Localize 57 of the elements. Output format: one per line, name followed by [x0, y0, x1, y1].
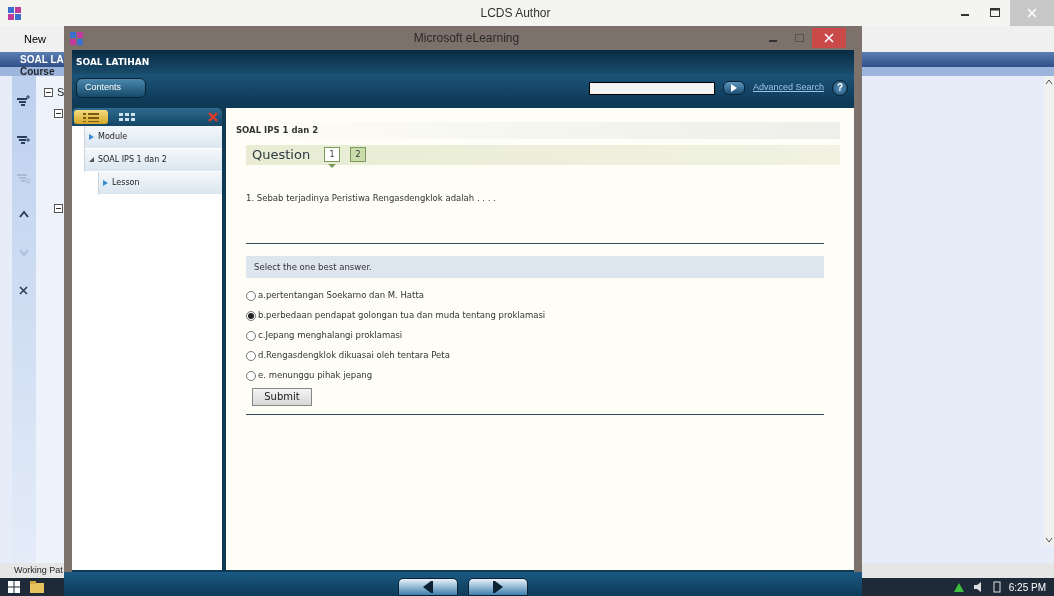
search-button[interactable] [722, 81, 745, 95]
status-text: Working Pat [14, 565, 63, 575]
radio-button[interactable] [246, 310, 256, 321]
submit-button[interactable]: Submit [252, 387, 312, 406]
collapse-icon[interactable] [54, 203, 63, 213]
scrollbar[interactable] [1044, 76, 1054, 546]
course-title: SOAL LATIHAN [76, 57, 150, 67]
toolbar-button[interactable]: New [20, 30, 50, 48]
instruction-text: Select the one best answer. [246, 255, 824, 278]
radio-button[interactable] [246, 290, 256, 301]
answer-option[interactable]: e. menunggu pihak jepang [258, 369, 373, 383]
next-icon [491, 581, 505, 593]
answer-option[interactable]: b.perbedaan pendapat golongan tua dan muda tentang proklamasi [258, 309, 546, 323]
contents-button[interactable]: Contents [76, 78, 146, 98]
network-icon[interactable] [952, 581, 965, 593]
list-view-tab[interactable] [74, 110, 108, 124]
collapsed-arrow-icon[interactable] [89, 134, 94, 140]
pointer-icon [328, 164, 337, 169]
tree-item[interactable]: S [57, 84, 65, 101]
collapse-icon[interactable] [44, 87, 53, 97]
next-button[interactable] [468, 578, 528, 596]
question-tab[interactable]: 1 [324, 147, 341, 163]
help-button[interactable]: ? [832, 80, 848, 96]
tree-item[interactable]: Module [98, 131, 128, 143]
question-text: 1. Sebab terjadinya Peristiwa Rengasdengklok adalah . . . . [246, 191, 497, 205]
clock-text: 6:25 PM [1008, 580, 1046, 595]
grid-icon [119, 112, 135, 122]
expanded-arrow-icon[interactable] [89, 157, 94, 163]
radio-button[interactable] [246, 330, 256, 341]
answer-option[interactable]: a.pertentangan Soekarno dan M. Hatta [258, 289, 424, 303]
start-icon[interactable] [8, 581, 20, 593]
close-icon[interactable] [812, 28, 846, 48]
previous-button[interactable] [398, 578, 458, 596]
question-label: Question [252, 146, 311, 164]
window-title: LCDS Author [479, 5, 552, 22]
play-icon [730, 84, 737, 92]
course-title: SOAL LA [20, 54, 64, 65]
collapsed-arrow-icon[interactable] [103, 180, 108, 186]
search-field[interactable] [588, 81, 715, 95]
window-title: Microsoft eLearning [412, 30, 521, 47]
collapse-icon[interactable] [54, 108, 63, 118]
radio-button[interactable] [246, 370, 256, 381]
tree-item[interactable]: Lesson [112, 177, 140, 189]
section-label: Course [20, 66, 55, 77]
list-icon [83, 112, 99, 122]
add-child-icon[interactable] [16, 92, 32, 108]
advanced-search-link[interactable]: Advanced Search [752, 81, 824, 95]
page-title: SOAL IPS 1 dan 2 [234, 122, 840, 139]
app-logo-icon [70, 31, 83, 45]
folder-icon[interactable] [30, 581, 44, 593]
answer-option[interactable]: c.Jepang menghalangi proklamasi [258, 329, 403, 343]
answer-option[interactable]: d.Rengasdengklok dikuasai oleh tentara Peta [258, 349, 450, 363]
previous-icon [421, 581, 435, 593]
battery-icon[interactable] [992, 581, 1001, 593]
app-logo-icon [8, 6, 21, 20]
question-tab[interactable]: 2 [350, 147, 367, 163]
radio-button[interactable] [246, 350, 256, 361]
